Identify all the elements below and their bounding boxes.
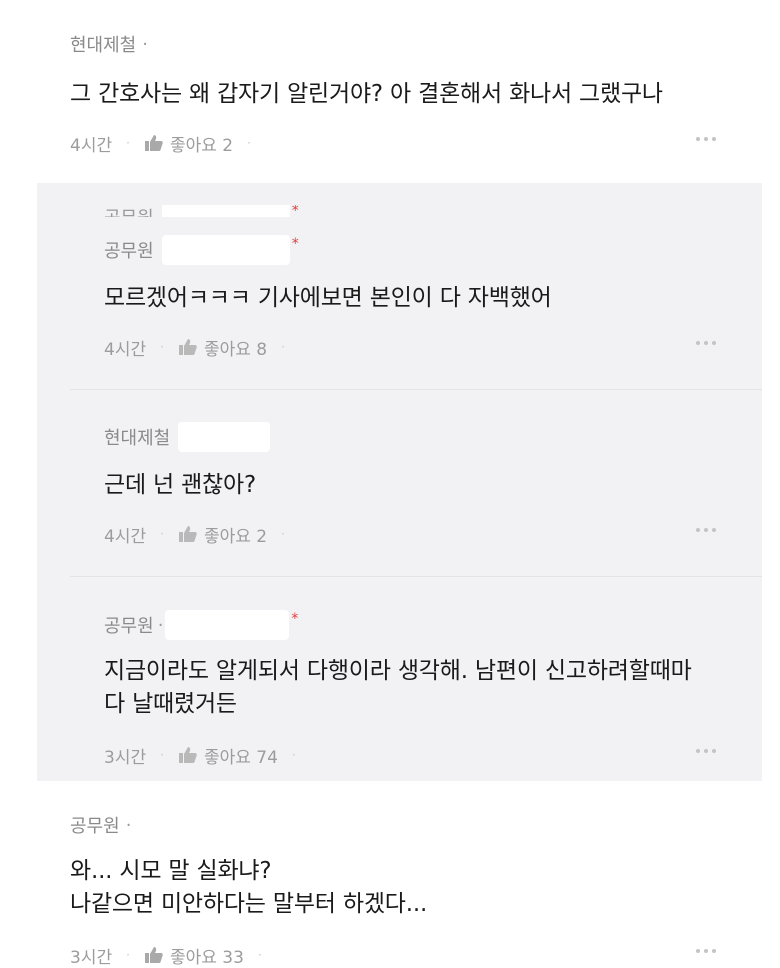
reply-meta: 4시간 · 좋아요 2 · bbox=[104, 522, 716, 547]
comment-author[interactable]: 현대제철 bbox=[70, 31, 136, 57]
thumbs-up-icon bbox=[178, 339, 197, 355]
reply-text-line: 지금이라도 알게되서 다행이라 생각해. 남편이 신고하려할때마 bbox=[104, 658, 692, 684]
comment-time: 4시간 bbox=[70, 135, 113, 156]
reply-time: 4시간 bbox=[104, 526, 147, 547]
more-dot bbox=[712, 341, 716, 345]
reply-panel: 공무원 * 공무원 * 모르겠어ㅋㅋㅋ 기사에보면 본인이 다 자백했어 4시간… bbox=[37, 183, 762, 781]
more-dot bbox=[704, 341, 708, 345]
more-dot bbox=[696, 341, 700, 345]
reply-author[interactable]: 공무원 bbox=[104, 237, 154, 263]
comment: 현대제철 · 그 간호사는 왜 갑자기 알린거야? 아 결혼해서 화나서 그랬구… bbox=[70, 31, 716, 156]
reply-author-row: 공무원 * bbox=[104, 235, 716, 265]
meta-separator: · bbox=[257, 948, 262, 962]
reply-text-line: 다 날때렸거든 bbox=[104, 691, 237, 717]
like-button[interactable]: 좋아요 2 bbox=[144, 131, 233, 156]
more-dot bbox=[712, 528, 716, 532]
thumbs-up-icon bbox=[178, 747, 197, 763]
more-dot bbox=[704, 137, 708, 141]
comment-text-line: 와... 시모 말 실화냐? bbox=[70, 858, 272, 884]
like-button[interactable]: 좋아요 2 bbox=[178, 522, 267, 547]
comment-author-row: 공무원 · bbox=[70, 812, 716, 838]
comment-text-line: 나같으면 미안하다는 말부터 하겠다... bbox=[70, 891, 428, 917]
author-separator: · bbox=[157, 614, 164, 636]
comment-meta: 3시간 · 좋아요 33 · bbox=[70, 943, 716, 968]
reply: 현대제철 근데 넌 괜찮아? 4시간 · 좋아요 2 · bbox=[104, 422, 716, 547]
meta-separator: · bbox=[247, 136, 251, 150]
meta-separator: · bbox=[126, 948, 130, 962]
thumbs-up-icon bbox=[144, 135, 163, 151]
meta-separator: · bbox=[126, 136, 130, 150]
meta-separator: · bbox=[160, 340, 164, 354]
reply-meta: 3시간 · 좋아요 74 · bbox=[104, 743, 716, 768]
reply: 공무원 · * 지금이라도 알게되서 다행이라 생각해. 남편이 신고하려할때마… bbox=[104, 610, 716, 768]
reply-author[interactable]: 현대제철 bbox=[104, 424, 170, 450]
more-dot bbox=[696, 749, 700, 753]
reply-divider bbox=[70, 576, 762, 577]
meta-separator: · bbox=[160, 748, 164, 762]
author-redaction bbox=[161, 235, 290, 265]
like-count: 좋아요 33 bbox=[169, 947, 244, 968]
comment-time: 3시간 bbox=[70, 947, 113, 968]
reply-divider bbox=[70, 389, 762, 390]
comment: 공무원 · 와... 시모 말 실화냐? 나같으면 미안하다는 말부터 하겠다.… bbox=[70, 812, 716, 968]
reply-meta: 4시간 · 좋아요 8 · bbox=[104, 335, 716, 360]
more-options-button[interactable] bbox=[696, 528, 716, 532]
reply-time: 3시간 bbox=[104, 747, 147, 768]
author-redaction bbox=[165, 610, 290, 640]
redaction-mark: * bbox=[291, 205, 299, 217]
author-redaction bbox=[161, 205, 290, 217]
more-options-button[interactable] bbox=[696, 137, 716, 141]
reply-author-row: 현대제철 bbox=[104, 422, 716, 452]
more-dot bbox=[704, 528, 708, 532]
more-options-button[interactable] bbox=[696, 749, 716, 753]
comment-author[interactable]: 공무원 bbox=[70, 812, 120, 838]
reply-author-row: 공무원 · * bbox=[104, 610, 716, 640]
author-separator: · bbox=[125, 814, 132, 836]
comment-text: 그 간호사는 왜 갑자기 알린거야? 아 결혼해서 화나서 그랬구나 bbox=[70, 81, 663, 107]
reply-text: 지금이라도 알게되서 다행이라 생각해. 남편이 신고하려할때마 다 날때렸거든 bbox=[104, 655, 716, 721]
like-button[interactable]: 좋아요 74 bbox=[178, 743, 278, 768]
more-dot bbox=[696, 949, 700, 953]
more-options-button[interactable] bbox=[696, 949, 716, 953]
comment-author-row: 현대제철 · bbox=[70, 31, 716, 57]
meta-separator: · bbox=[281, 340, 285, 354]
thumbs-up-icon bbox=[178, 526, 197, 542]
like-count: 좋아요 8 bbox=[203, 339, 268, 360]
like-button[interactable]: 좋아요 33 bbox=[144, 943, 244, 968]
reply-text: 모르겠어ㅋㅋㅋ 기사에보면 본인이 다 자백했어 bbox=[104, 285, 552, 311]
comment-meta: 4시간 · 좋아요 2 · bbox=[70, 131, 716, 156]
like-count: 좋아요 2 bbox=[169, 135, 234, 156]
more-options-button[interactable] bbox=[696, 341, 716, 345]
like-button[interactable]: 좋아요 8 bbox=[178, 335, 267, 360]
more-dot bbox=[696, 528, 700, 532]
clipped-author: 공무원 bbox=[104, 205, 154, 217]
comment-text: 와... 시모 말 실화냐? 나같으면 미안하다는 말부터 하겠다... bbox=[70, 855, 716, 921]
thumbs-up-icon bbox=[144, 947, 163, 963]
more-dot bbox=[704, 949, 708, 953]
reply: 공무원 * 모르겠어ㅋㅋㅋ 기사에보면 본인이 다 자백했어 4시간 · 좋아요… bbox=[104, 235, 716, 360]
clipped-author-row: 공무원 * bbox=[104, 205, 299, 217]
redaction-mark: * bbox=[291, 611, 299, 627]
more-dot bbox=[696, 137, 700, 141]
meta-separator: · bbox=[160, 527, 164, 541]
meta-separator: · bbox=[281, 527, 285, 541]
author-separator: · bbox=[142, 33, 148, 55]
more-dot bbox=[712, 949, 716, 953]
author-redaction bbox=[178, 422, 271, 452]
reply-time: 4시간 bbox=[104, 339, 147, 360]
reply-author[interactable]: 공무원 bbox=[104, 612, 154, 638]
like-count: 좋아요 74 bbox=[203, 747, 278, 768]
redaction-mark: * bbox=[291, 236, 299, 252]
meta-separator: · bbox=[291, 748, 296, 762]
more-dot bbox=[704, 749, 708, 753]
more-dot bbox=[712, 749, 716, 753]
reply-text: 근데 넌 괜찮아? bbox=[104, 472, 256, 498]
like-count: 좋아요 2 bbox=[203, 526, 268, 547]
more-dot bbox=[712, 137, 716, 141]
